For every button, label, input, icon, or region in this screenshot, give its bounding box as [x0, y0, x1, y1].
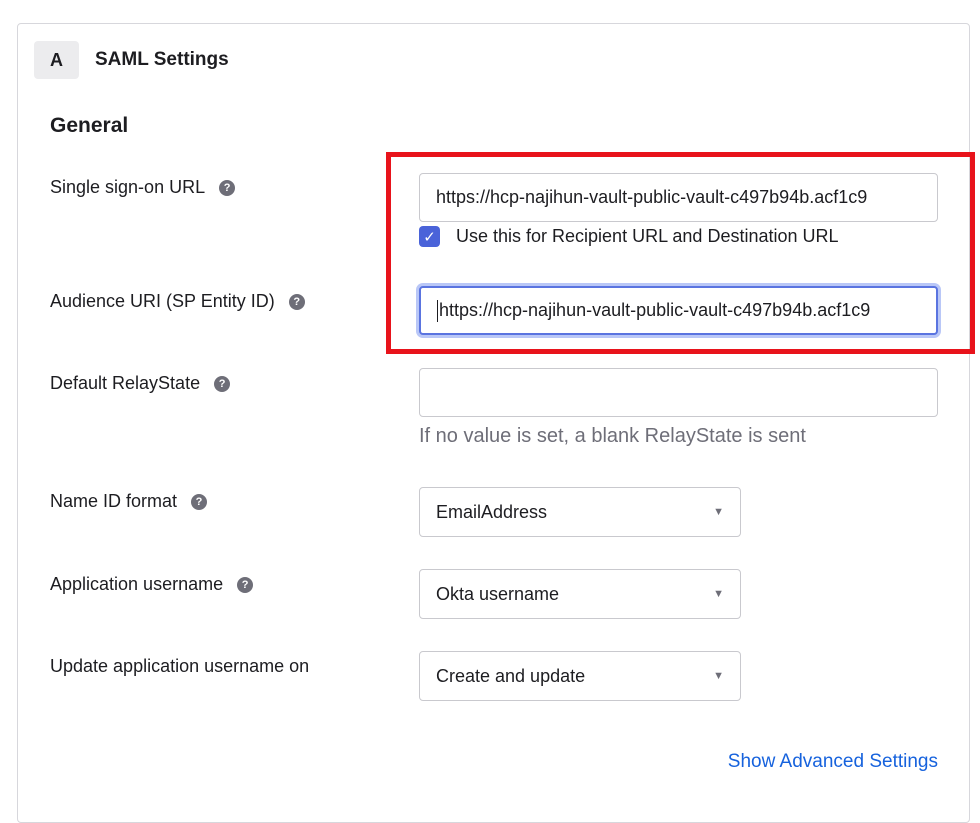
recipient-url-checkbox-row[interactable]: ✓ Use this for Recipient URL and Destina…: [419, 226, 839, 247]
chevron-down-icon: ▼: [713, 506, 724, 518]
help-icon[interactable]: ?: [191, 493, 208, 510]
sso-url-input[interactable]: https://hcp-najihun-vault-public-vault-c…: [419, 173, 938, 222]
help-icon[interactable]: ?: [219, 179, 236, 196]
relay-state-hint: If no value is set, a blank RelayState i…: [419, 425, 806, 447]
help-icon[interactable]: ?: [237, 576, 254, 593]
name-id-format-label-text: Name ID format: [50, 491, 178, 511]
update-username-on-select[interactable]: Create and update ▼: [419, 651, 741, 701]
recipient-url-checkbox-label: Use this for Recipient URL and Destinati…: [456, 226, 839, 246]
sso-url-value: https://hcp-najihun-vault-public-vault-c…: [436, 187, 868, 207]
section-title-general: General: [50, 114, 129, 137]
update-username-on-label-text: Update application username on: [50, 656, 310, 676]
audience-uri-label-text: Audience URI (SP Entity ID): [50, 291, 275, 311]
app-username-selected: Okta username: [436, 583, 560, 604]
panel-title: SAML Settings: [95, 49, 229, 70]
audience-uri-input[interactable]: https://hcp-najihun-vault-public-vault-c…: [419, 286, 938, 335]
audience-uri-value: https://hcp-najihun-vault-public-vault-c…: [439, 300, 871, 320]
app-username-select[interactable]: Okta username ▼: [419, 569, 741, 619]
name-id-format-selected: EmailAddress: [436, 501, 548, 522]
chevron-down-icon: ▼: [713, 588, 724, 600]
relay-state-input[interactable]: [419, 368, 938, 417]
text-cursor: [437, 299, 438, 322]
app-username-label-text: Application username: [50, 574, 224, 594]
help-icon[interactable]: ?: [288, 293, 305, 310]
step-badge: A: [34, 41, 79, 79]
saml-settings-panel: [17, 23, 970, 823]
show-advanced-settings-link[interactable]: Show Advanced Settings: [728, 751, 938, 773]
chevron-down-icon: ▼: [713, 670, 724, 682]
name-id-format-select[interactable]: EmailAddress ▼: [419, 487, 741, 537]
check-icon: ✓: [423, 228, 436, 246]
recipient-url-checkbox[interactable]: ✓: [419, 226, 440, 247]
app-username-label: Application username ?: [50, 574, 254, 595]
name-id-format-label: Name ID format ?: [50, 491, 208, 512]
sso-url-label: Single sign-on URL ?: [50, 177, 236, 198]
update-username-on-selected: Create and update: [436, 665, 586, 686]
update-username-on-label: Update application username on: [50, 656, 309, 677]
help-icon[interactable]: ?: [214, 375, 231, 392]
sso-url-label-text: Single sign-on URL: [50, 177, 206, 197]
audience-uri-label: Audience URI (SP Entity ID) ?: [50, 291, 305, 312]
relay-state-label-text: Default RelayState: [50, 373, 201, 393]
relay-state-label: Default RelayState ?: [50, 373, 231, 394]
